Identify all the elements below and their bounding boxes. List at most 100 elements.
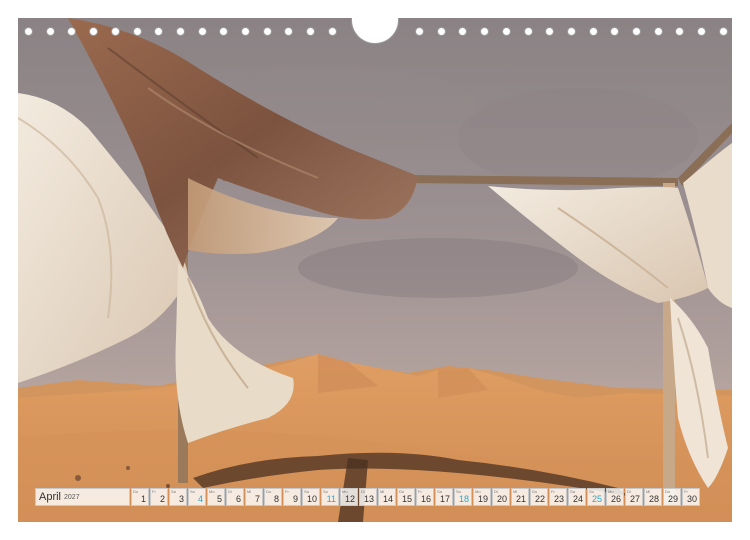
day-number: 23 <box>553 494 564 504</box>
day-number: 28 <box>648 494 659 504</box>
day-number: 22 <box>534 494 545 504</box>
day-number: 20 <box>496 494 507 504</box>
binding-hole-icon <box>632 27 641 36</box>
day-cell: Fr 30 <box>682 488 700 506</box>
day-number: 11 <box>326 494 336 504</box>
day-cell: Sa 3 <box>169 488 187 506</box>
binding-hole-icon <box>480 27 489 36</box>
day-cell: Do 22 <box>530 488 548 506</box>
binding-hole-icon <box>89 27 98 36</box>
day-cell: Do 15 <box>397 488 415 506</box>
day-number: 18 <box>458 494 469 504</box>
binding-hole-icon <box>437 27 446 36</box>
weekday-label: Sa <box>171 489 176 494</box>
weekday-label: Fr <box>285 489 289 494</box>
day-cell: Mo 19 <box>473 488 491 506</box>
binding-hole-icon <box>458 27 467 36</box>
binding-hole-icon <box>198 27 207 36</box>
day-cell: Di 20 <box>492 488 510 506</box>
day-cell: Mo 26 <box>606 488 624 506</box>
day-cell: So 11 <box>321 488 339 506</box>
binding-hole-icon <box>328 27 337 36</box>
binding-hole-icon <box>545 27 554 36</box>
day-number: 15 <box>401 494 412 504</box>
day-number: 12 <box>344 494 355 504</box>
day-cell: Do 29 <box>663 488 681 506</box>
binding-hole-icon <box>306 27 315 36</box>
day-number: 3 <box>178 494 184 504</box>
day-number: 16 <box>420 494 431 504</box>
weekday-label: Do <box>266 489 272 494</box>
day-cell: Mi 21 <box>511 488 529 506</box>
day-number: 7 <box>254 494 260 504</box>
day-number: 2 <box>159 494 165 504</box>
desert-scene-illustration <box>18 18 732 522</box>
calendar-page: April 2027 Do 1 Fr 2 Sa 3 So 4 Mo 5 Di 6 Mi 7 Do 8 Fr 9 Sa… <box>0 0 750 540</box>
day-cell: Sa 17 <box>435 488 453 506</box>
month-year: 2027 <box>64 493 80 501</box>
month-label-box: April 2027 <box>35 488 130 506</box>
day-number: 30 <box>686 494 697 504</box>
weekday-label: Do <box>133 489 139 494</box>
weekday-label: Fr <box>152 489 156 494</box>
binding-hole-icon <box>241 27 250 36</box>
day-number: 6 <box>235 494 241 504</box>
day-cell: So 18 <box>454 488 472 506</box>
weekday-label: Mo <box>209 489 215 494</box>
binding-hole-icon <box>675 27 684 36</box>
binding-hole-icon <box>697 27 706 36</box>
desert-photo <box>18 18 732 522</box>
day-cell: Mi 7 <box>245 488 263 506</box>
day-cell: Sa 24 <box>568 488 586 506</box>
binding-hole-icon <box>46 27 55 36</box>
binding-hole-icon <box>567 27 576 36</box>
binding-hole-icon <box>654 27 663 36</box>
day-cell: Fr 2 <box>150 488 168 506</box>
binding-hole-icon <box>154 27 163 36</box>
binding-hole-icon <box>589 27 598 36</box>
day-cell: Fr 23 <box>549 488 567 506</box>
day-cell: Fr 9 <box>283 488 301 506</box>
day-number: 13 <box>363 494 374 504</box>
day-number: 21 <box>515 494 526 504</box>
day-cell: Sa 10 <box>302 488 320 506</box>
day-number: 5 <box>216 494 222 504</box>
day-number: 9 <box>292 494 298 504</box>
day-number: 4 <box>197 494 203 504</box>
binding-hole-icon <box>24 27 33 36</box>
day-cell: Di 27 <box>625 488 643 506</box>
calendar-strip: April 2027 Do 1 Fr 2 Sa 3 So 4 Mo 5 Di 6 Mi 7 Do 8 Fr 9 Sa… <box>35 488 717 506</box>
weekday-label: Mi <box>247 489 252 494</box>
day-cell: Mo 12 <box>340 488 358 506</box>
month-name: April <box>39 491 62 503</box>
day-cell: Mi 28 <box>644 488 662 506</box>
day-cell: Di 13 <box>359 488 377 506</box>
day-cell: Di 6 <box>226 488 244 506</box>
day-number: 25 <box>591 494 602 504</box>
day-cell: Fr 16 <box>416 488 434 506</box>
binding-hole-icon <box>176 27 185 36</box>
day-cell: Do 8 <box>264 488 282 506</box>
day-number: 29 <box>667 494 678 504</box>
day-number: 14 <box>382 494 393 504</box>
day-number: 8 <box>273 494 279 504</box>
day-cell: Mo 5 <box>207 488 225 506</box>
day-cell: Mi 14 <box>378 488 396 506</box>
weekday-label: So <box>190 489 195 494</box>
binding-hole-icon <box>502 27 511 36</box>
binding-hole-icon <box>111 27 120 36</box>
weekday-label: Di <box>228 489 232 494</box>
day-number: 17 <box>439 494 450 504</box>
binding-hole-icon <box>610 27 619 36</box>
day-cell: So 4 <box>188 488 206 506</box>
day-number: 24 <box>572 494 583 504</box>
day-number: 1 <box>140 494 146 504</box>
binding-hole-icon <box>284 27 293 36</box>
binding-hole-icon <box>719 27 728 36</box>
binding-hole-icon <box>263 27 272 36</box>
day-cell: Do 1 <box>131 488 149 506</box>
binding-hole-icon <box>133 27 142 36</box>
binding-hole-icon <box>219 27 228 36</box>
day-number: 10 <box>306 494 317 504</box>
day-cell: So 25 <box>587 488 605 506</box>
